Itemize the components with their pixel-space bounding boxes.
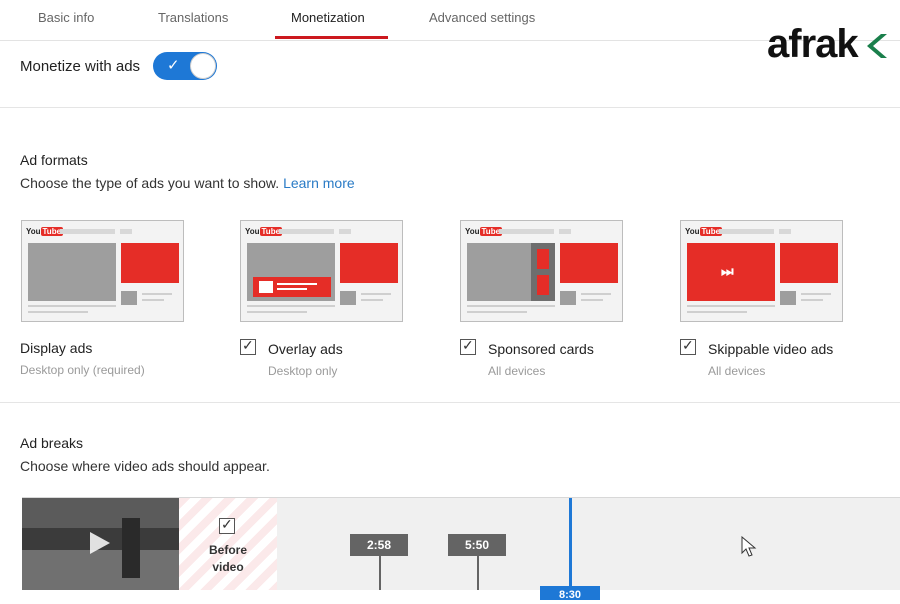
youtube-logo-icon: You Tube [465,227,503,236]
display-ads-note: Desktop only (required) [20,363,145,377]
check-icon: ✓ [682,337,694,353]
section-divider [0,402,900,403]
overlay-ads-preview: You Tube [240,220,403,322]
skippable-video-ads-label: Skippable video ads [708,341,834,357]
skippable-video-ads-note: All devices [708,364,766,378]
mouse-cursor-icon [741,536,757,557]
tab-basic-info[interactable]: Basic info [38,10,94,38]
ad-break-marker[interactable]: 5:50 [448,534,506,556]
sponsored-cards-note: All devices [488,364,546,378]
sponsored-cards-preview: You Tube [460,220,623,322]
display-ads-label: Display ads [20,340,93,356]
monetize-toggle[interactable]: ✓ [153,52,217,80]
ad-block [121,243,179,283]
sponsored-cards-checkbox[interactable]: ✓ [460,337,476,355]
overlay-ads-label: Overlay ads [268,341,343,357]
ad-formats-heading: Ad formats [20,152,88,168]
ad-break-marker[interactable]: 2:58 [350,534,408,556]
before-video-checkbox[interactable]: ✓ [219,516,235,534]
logo-accent-icon [867,34,887,58]
before-video-slot[interactable]: ✓ Before video [179,498,277,590]
active-tab-indicator [275,36,388,39]
tab-translations[interactable]: Translations [158,10,228,38]
youtube-logo-icon: You Tube [685,227,723,236]
check-icon: ✓ [221,516,233,532]
check-icon: ✓ [462,337,474,353]
display-ads-preview: You Tube [21,220,184,322]
check-icon: ✓ [167,57,180,74]
youtube-logo-icon: You Tube [26,227,64,236]
sponsored-cards-label: Sponsored cards [488,341,594,357]
toggle-knob [190,53,216,79]
sponsored-card-block [537,249,549,269]
skippable-video-ads-checkbox[interactable]: ✓ [680,337,696,355]
monetize-label: Monetize with ads [20,58,141,75]
overlay-ads-note: Desktop only [268,364,338,378]
skip-forward-icon: ⏭ [721,263,734,279]
tab-bar: Basic info Translations Monetization Adv… [0,0,900,41]
ad-break-marker-stem [477,556,479,590]
ad-formats-description: Choose the type of ads you want to show.… [20,175,355,191]
ad-break-timeline[interactable]: ✓ Before video 2:58 5:50 8:30 [22,497,900,601]
video-thumbnail [22,498,179,590]
play-icon [90,532,110,554]
before-video-label-line2: video [212,560,244,574]
tab-monetization[interactable]: Monetization [291,10,365,38]
ad-breaks-description: Choose where video ads should appear. [20,458,270,474]
ad-breaks-heading: Ad breaks [20,435,84,451]
playhead-line[interactable] [569,498,572,590]
tab-advanced-settings[interactable]: Advanced settings [429,10,535,38]
learn-more-link[interactable]: Learn more [283,175,355,191]
check-icon: ✓ [242,337,254,353]
youtube-logo-icon: You Tube [245,227,283,236]
before-video-label-line1: Before [208,543,247,557]
overlay-ads-checkbox[interactable]: ✓ [240,337,256,355]
afrak-logo: afrak [767,22,859,66]
ad-formats-description-text: Choose the type of ads you want to show. [20,175,280,191]
section-divider [0,107,900,108]
playhead-time[interactable]: 8:30 [540,586,600,601]
skippable-video-ads-preview: You Tube ⏭ [680,220,843,322]
ad-break-marker-stem [379,556,381,590]
